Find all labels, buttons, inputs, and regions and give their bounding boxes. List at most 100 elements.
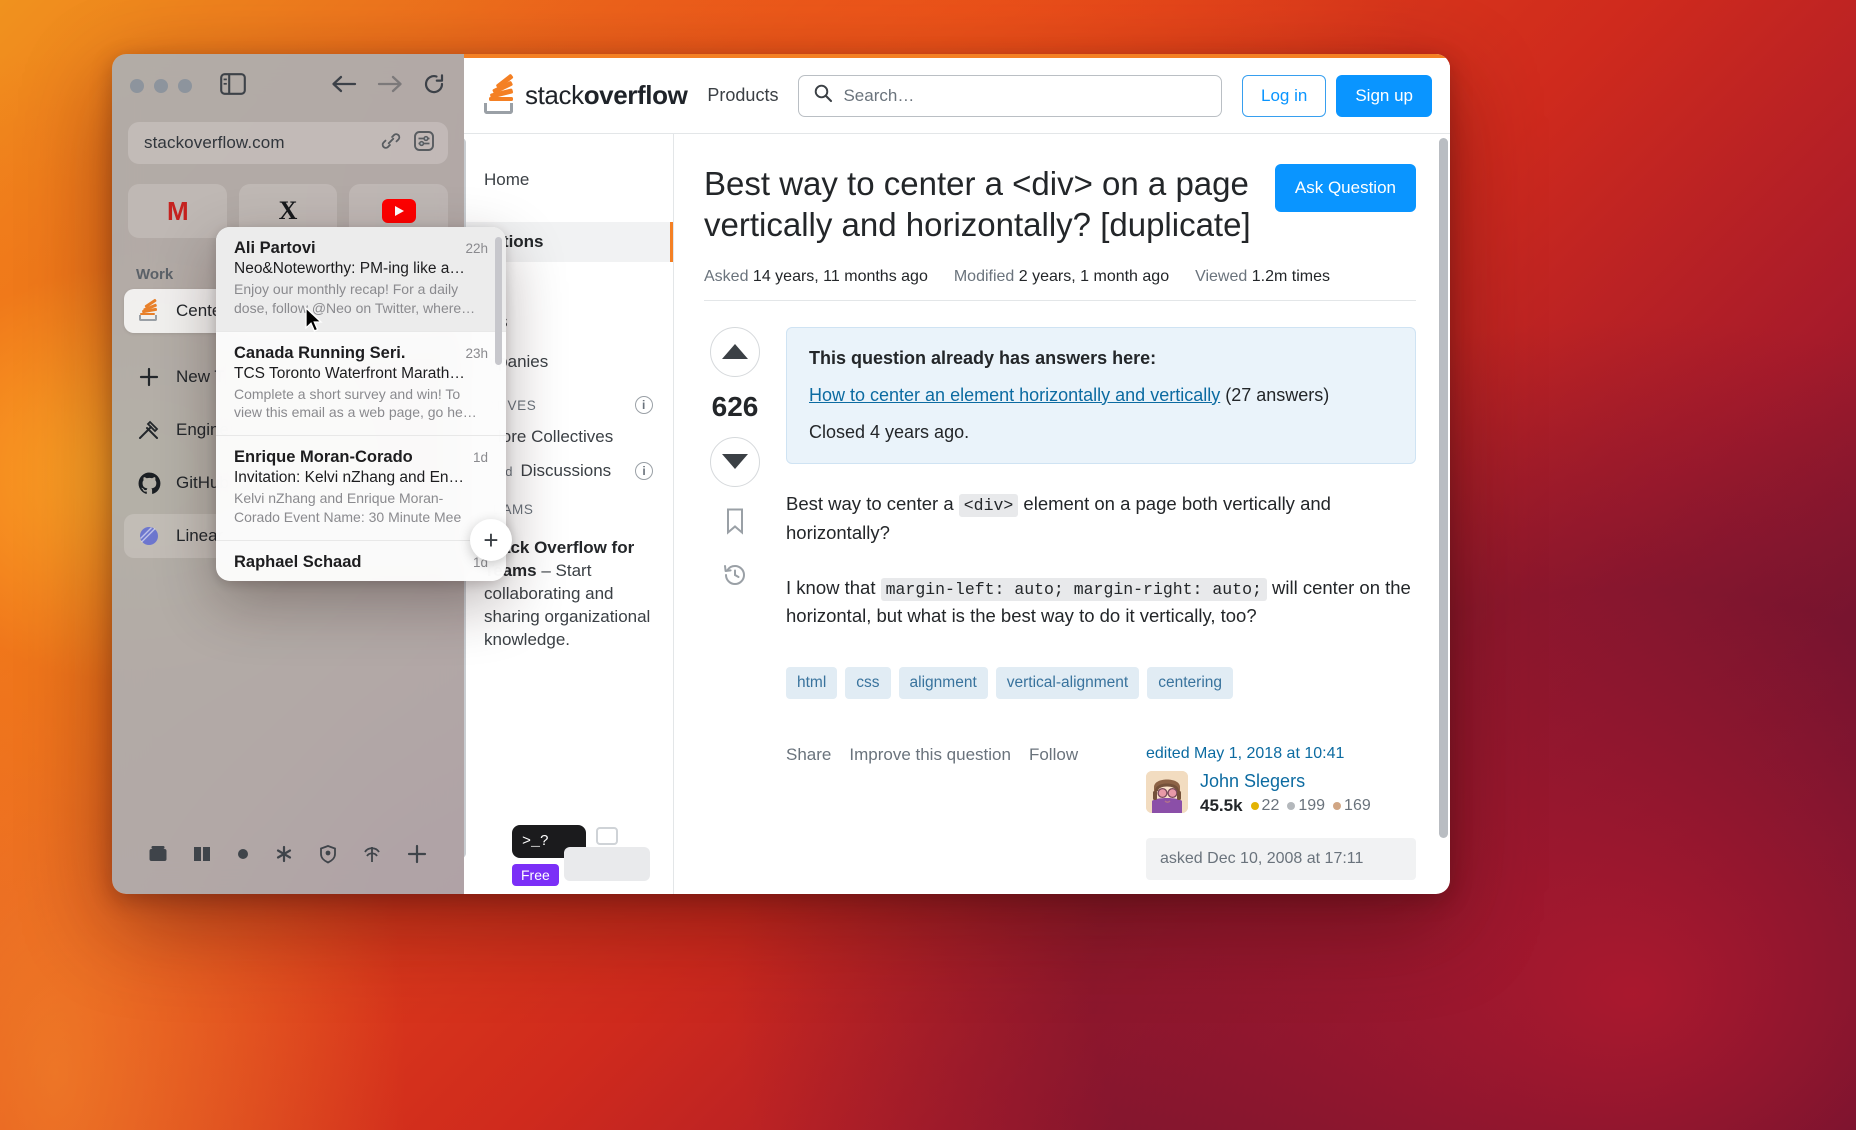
page-scrollbar[interactable] [1439,138,1448,890]
mail-list-item[interactable]: Enrique Moran-Corado 1d Invitation: Kelv… [216,436,506,541]
meta-modified: Modified 2 years, 1 month ago [953,267,1170,285]
duplicate-notice: This question already has answers here: … [786,326,1416,464]
duplicate-link-row: How to center an element horizontally an… [809,385,1393,406]
window-toolbar [112,54,464,118]
mail-item-top: Canada Running Seri. 23h [234,344,488,363]
arrow-up-icon [722,344,748,360]
edited-timestamp[interactable]: edited May 1, 2018 at 10:41 [1146,745,1416,763]
owner-row: John Slegers 45.5k 22 199 169 [1146,771,1416,816]
mail-subject: TCS Toronto Waterfront Marath… [234,364,465,382]
mail-scrollbar[interactable] [495,237,502,365]
mail-time: 22h [465,241,488,256]
mail-preview: Kelvi nZhang and Enrique Moran-Corado Ev… [234,490,462,525]
url-text[interactable]: stackoverflow.com [144,133,370,153]
mouse-cursor [305,306,323,333]
owner-reputation: 45.5k 22 199 169 [1200,796,1371,816]
inline-code: <div> [958,493,1019,517]
ask-question-button[interactable]: Ask Question [1274,164,1416,212]
auth-buttons: Log in Sign up [1242,74,1432,117]
page-body: Home estions gs ers mpanies CTIVES i lor… [464,134,1450,894]
stackoverflow-logo[interactable]: stackoverflow [482,73,688,114]
book-icon[interactable] [191,843,213,870]
signup-button[interactable]: Sign up [1336,74,1432,117]
tag-item[interactable]: css [845,667,891,700]
login-button[interactable]: Log in [1242,74,1327,117]
asterisk-icon[interactable] [273,843,295,870]
window-controls[interactable] [130,79,192,93]
vote-count: 626 [711,390,759,422]
stackoverflow-icon [482,73,516,114]
history-icon[interactable] [722,562,748,593]
duplicate-link[interactable]: How to center an element horizontally an… [809,385,1220,405]
nav-products[interactable]: Products [707,85,778,106]
search-icon [813,83,833,108]
share-link[interactable]: Share [786,745,831,765]
post-paragraph-2: I know that margin-left: auto; margin-ri… [786,576,1411,627]
mail-sender: Ali Partovi [234,239,316,257]
post-footer: Share Improve this question Follow edite… [786,745,1416,881]
favorite-gmail[interactable]: M [128,184,227,238]
info-icon[interactable]: i [635,462,653,480]
post-content: This question already has answers here: … [786,326,1416,881]
avatar[interactable] [1146,771,1188,814]
post-actions: Share Improve this question Follow [786,745,1078,765]
bookmark-icon[interactable] [723,507,747,540]
gmail-icon: M [167,195,189,226]
navigation-buttons [330,72,446,101]
discussions-label: Discussions [520,461,612,480]
tag-item[interactable]: alignment [898,667,988,700]
page-title: Best way to center a <div> on a page ver… [704,165,1251,243]
nav-item-home[interactable]: Home [464,160,673,200]
question-main: Best way to center a <div> on a page ver… [674,134,1450,894]
tools-icon [136,417,162,443]
close-window-button[interactable] [130,79,144,93]
github-icon [136,470,162,496]
question-grid: 626 This question already has answers he… [704,326,1416,881]
owner-name[interactable]: John Slegers [1200,771,1371,792]
forward-button[interactable] [376,73,404,100]
mail-subject: Invitation: Kelvi nZhang and En… [234,469,465,486]
maximize-window-button[interactable] [178,79,192,93]
meta-asked: Asked 14 years, 11 months ago [704,267,928,285]
tag-item[interactable]: centering [1147,667,1233,700]
link-icon[interactable] [380,130,402,157]
bronze-badge: 169 [1333,797,1371,815]
tag-item[interactable]: vertical-alignment [995,667,1140,700]
mail-list-item[interactable]: Raphael Schaad 1d [216,541,506,582]
mail-sender: Raphael Schaad [234,552,362,571]
duplicate-heading: This question already has answers here: [809,347,1157,368]
address-bar[interactable]: stackoverflow.com [128,122,448,164]
mail-list-item[interactable]: Ali Partovi 22h Neo&Noteworthy: PM-ing l… [216,227,506,332]
reload-button[interactable] [422,72,446,101]
add-button[interactable]: + [470,519,512,561]
add-tab-icon[interactable] [405,842,429,871]
mail-sender: Enrique Moran-Corado [234,448,413,466]
post-side-actions [722,507,748,593]
downvote-button[interactable] [710,436,760,487]
mail-preview: Complete a short survey and win! To view… [234,385,477,421]
scrollbar-thumb[interactable] [1439,138,1448,838]
back-button[interactable] [330,73,358,100]
closed-notice: Closed 4 years ago. [809,421,970,442]
minimize-window-button[interactable] [154,79,168,93]
shield-icon[interactable] [317,843,339,870]
page-settings-icon[interactable] [412,129,436,158]
tag-list: html css alignment vertical-alignment ce… [786,667,1416,700]
improve-question-link[interactable]: Improve this question [849,745,1011,765]
info-icon[interactable]: i [635,396,653,414]
tree-icon[interactable] [361,843,383,870]
follow-link[interactable]: Follow [1029,745,1078,765]
gold-badge: 22 [1250,797,1279,815]
mail-list-item[interactable]: Canada Running Seri. 23h TCS Toronto Wat… [216,332,506,436]
question-header: Best way to center a <div> on a page ver… [704,164,1416,246]
search-placeholder: Search… [843,85,915,105]
sidebar-toggle-icon[interactable] [220,72,246,100]
asked-timestamp-card: asked Dec 10, 2008 at 17:11 [1146,838,1416,881]
tag-item[interactable]: html [786,667,838,700]
archive-icon[interactable] [147,843,169,870]
upvote-button[interactable] [710,326,760,377]
circle-icon[interactable] [235,846,251,867]
mail-time: 23h [465,345,488,361]
search-input[interactable]: Search… [798,74,1222,117]
teams-promo-graphic: >_? Free [512,825,652,886]
